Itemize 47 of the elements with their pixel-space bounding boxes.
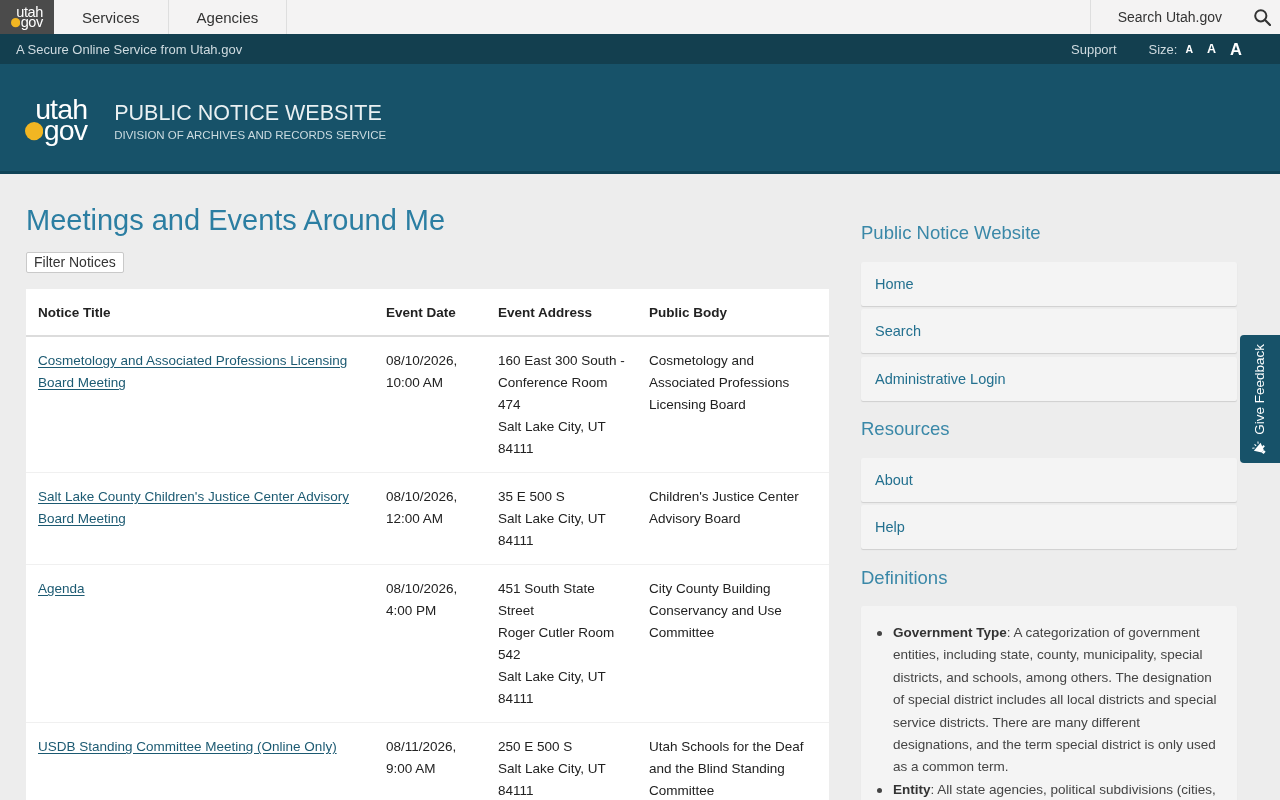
page-heading: Meetings and Events Around Me — [26, 203, 446, 237]
column-header: Event Date — [386, 304, 456, 320]
definition-text: Entity: All state agencies, political subdivisions (cities, — [893, 780, 1216, 799]
feedback-tab[interactable]: Give Feedback — [1240, 335, 1280, 463]
site-title: PUBLIC NOTICE WEBSITE — [114, 101, 383, 126]
bullet-icon — [877, 787, 882, 793]
notice-title-link[interactable]: USDB Standing Committee Meeting (Online Only) — [38, 736, 337, 758]
definition-text: Government Type: A categorization of government entities, including state, county, municipality, special districts, and schools, among others. The designation of special district includes all local districts and special service districts. There are many different designations, and the term special district is only used as a common term. — [893, 624, 1218, 777]
notice-title-link[interactable]: Cosmetology and Associated Professions Licensing Board Meeting — [38, 350, 368, 394]
size-label: Size: — [1148, 41, 1178, 57]
public-body: Utah Schools for the Deaf and the Blind Standing Committee — [649, 739, 804, 798]
secure-service-text: A Secure Online Service from Utah.gov — [16, 41, 244, 57]
dot-icon — [11, 18, 21, 28]
column-header: Notice Title — [38, 304, 111, 320]
notice-title-link[interactable]: Agenda — [38, 578, 85, 600]
event-date: 08/10/2026, 10:00 AM — [386, 353, 458, 390]
site-subtitle: DIVISION OF ARCHIVES AND RECORDS SERVICE — [114, 128, 387, 142]
event-address: 160 East 300 South - Conference Room 474 Salt Lake City, UT 84111 — [498, 352, 626, 458]
text-size-button[interactable]: A — [1185, 43, 1194, 55]
public-body: City County Building Conservancy and Use Committee — [649, 581, 782, 640]
sidebar-link[interactable]: About — [861, 457, 1237, 502]
public-body: Children's Justice Center Advisory Board — [649, 489, 799, 526]
event-address: 35 E 500 S Salt Lake City, UT 84111 — [498, 488, 607, 550]
bullet-icon — [877, 631, 882, 636]
column-header: Event Address — [498, 304, 593, 320]
sidebar-heading: Definitions — [861, 565, 949, 590]
event-date: 08/11/2026, 9:00 AM — [386, 739, 457, 776]
dot-icon — [25, 122, 44, 141]
sidebar-heading: Public Notice Website — [861, 221, 1042, 245]
event-date: 08/10/2026, 12:00 AM — [386, 489, 458, 526]
event-address: 250 E 500 S Salt Lake City, UT 84111 — [498, 738, 607, 800]
search-icon — [1254, 8, 1271, 26]
sidebar-link[interactable]: Administrative Login — [861, 356, 1237, 401]
logo-link[interactable]: utah gov — [25, 95, 88, 144]
text-size-button[interactable]: A — [1230, 40, 1242, 58]
public-body: Cosmetology and Associated Professions Licensing Board — [649, 353, 790, 412]
text-size-button[interactable]: A — [1207, 42, 1217, 56]
event-address: 451 South State Street Roger Cutler Room 542 Salt Lake City, UT 84111 — [498, 580, 616, 708]
filter-notices-button[interactable]: Filter Notices — [26, 252, 124, 273]
column-header: Public Body — [649, 304, 727, 320]
support-link[interactable]: Support — [1071, 41, 1117, 57]
sidebar-link[interactable]: Help — [861, 505, 1237, 549]
sidebar-link[interactable]: Search — [861, 309, 1237, 353]
notice-title-link[interactable]: Salt Lake County Children's Justice Center Advisory Board Meeting — [38, 486, 368, 530]
sidebar-link[interactable]: Home — [861, 261, 1237, 306]
sidebar-heading: Resources — [861, 417, 951, 441]
event-date: 08/10/2026, 4:00 PM — [386, 581, 458, 618]
